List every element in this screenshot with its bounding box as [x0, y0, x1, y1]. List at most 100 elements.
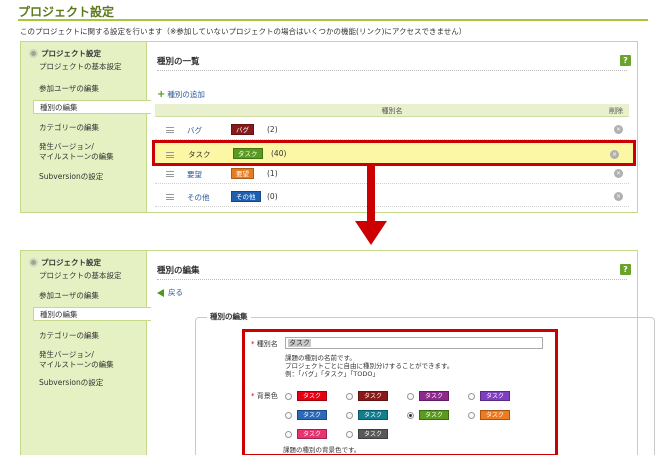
type-count: (0) [267, 192, 278, 201]
title-divider [157, 279, 627, 280]
drag-handle-icon[interactable] [166, 171, 174, 177]
color-swatch: タスク [297, 391, 327, 401]
sidebar-item-versions-line2: マイルストーンの編集 [39, 152, 114, 161]
color-radio[interactable] [346, 392, 353, 400]
sidebar-item-versions[interactable]: 発生バージョン/ マイルストーンの編集 [39, 350, 114, 370]
color-swatch: タスク [480, 391, 510, 401]
sidebar-item-categories[interactable]: カテゴリーの編集 [39, 123, 99, 133]
drag-handle-icon[interactable] [166, 194, 174, 200]
color-radio[interactable] [346, 411, 353, 419]
type-badge: 要望 [231, 168, 254, 179]
type-edit-content: 種別の編集 ? 戻る 種別の編集 * 種別名 タスク 課題の種別の名前です。 プ… [147, 251, 655, 455]
color-radio[interactable] [407, 392, 414, 400]
color-swatch: タスク [297, 410, 327, 420]
name-label-text: 種別名 [256, 340, 278, 348]
color-option[interactable]: タスク [285, 410, 327, 420]
color-radio[interactable] [346, 430, 353, 438]
delete-icon[interactable]: × [614, 125, 623, 134]
type-count: (40) [271, 149, 287, 158]
color-option[interactable]: タスク [468, 391, 510, 401]
required-mark: * [251, 340, 255, 348]
column-header-delete: 削除 [609, 107, 623, 115]
sidebar-heading-label: プロジェクト設定 [41, 258, 101, 267]
type-name-input[interactable]: タスク [285, 337, 543, 349]
color-option[interactable]: タスク [407, 391, 449, 401]
name-help-3: 例：「バグ」「タスク」「TODO」 [285, 370, 379, 378]
sidebar-item-versions-line2: マイルストーンの編集 [39, 360, 114, 369]
color-option[interactable]: タスク [468, 410, 510, 420]
delete-icon[interactable]: × [614, 169, 623, 178]
color-swatch: タスク [358, 391, 388, 401]
sidebar-item-types[interactable]: 種別の編集 [33, 100, 151, 114]
type-name-link[interactable]: 要望 [187, 169, 202, 180]
color-radio[interactable] [285, 392, 292, 400]
sidebar-item-users[interactable]: 参加ユーザの編集 [39, 291, 99, 301]
required-mark: * [251, 392, 255, 400]
color-option[interactable]: タスク [285, 391, 327, 401]
sidebar-item-subversion[interactable]: Subversionの設定 [39, 378, 103, 388]
help-icon[interactable]: ? [620, 264, 631, 275]
delete-icon[interactable]: × [614, 192, 623, 201]
delete-icon[interactable]: × [610, 150, 619, 159]
sidebar-item-categories[interactable]: カテゴリーの編集 [39, 331, 99, 341]
color-radio[interactable] [407, 411, 414, 419]
color-swatch: タスク [358, 410, 388, 420]
sidebar-heading: プロジェクト設定 [29, 257, 101, 268]
color-option[interactable]: タスク [285, 429, 327, 439]
add-type-link[interactable]: + 種別の追加 [157, 89, 205, 100]
plus-icon: + [157, 88, 166, 100]
color-label-text: 背景色 [256, 392, 278, 400]
title-divider [18, 19, 648, 21]
sidebar-item-basic[interactable]: プロジェクトの基本設定 [39, 62, 122, 72]
settings-sidebar: プロジェクト設定 プロジェクトの基本設定 参加ユーザの編集 種別の編集 カテゴリ… [21, 251, 151, 455]
sidebar-item-versions[interactable]: 発生バージョン/ マイルストーンの編集 [39, 142, 114, 162]
color-swatch: タスク [419, 410, 449, 420]
sidebar-heading: プロジェクト設定 [29, 48, 101, 59]
color-option[interactable]: タスク [346, 391, 388, 401]
arrow-connector-line [367, 166, 375, 222]
color-swatch: タスク [297, 429, 327, 439]
sidebar-item-types[interactable]: 種別の編集 [33, 307, 151, 321]
help-icon[interactable]: ? [620, 55, 631, 66]
drag-handle-icon[interactable] [166, 127, 174, 133]
type-list-panel: プロジェクト設定 プロジェクトの基本設定 参加ユーザの編集 種別の編集 カテゴリ… [20, 41, 638, 213]
sidebar-item-users[interactable]: 参加ユーザの編集 [39, 84, 99, 94]
name-help-1: 課題の種別の名前です。 [285, 354, 356, 362]
table-row: バグ バグ (2) × [155, 120, 629, 140]
table-row: 要望 要望 (1) × [155, 164, 629, 184]
sidebar-item-subversion[interactable]: Subversionの設定 [39, 172, 103, 182]
table-row-highlighted[interactable]: タスク タスク (40) × [152, 140, 636, 166]
edit-form-highlight: * 種別名 タスク 課題の種別の名前です。 プロジェクトごとに自由に種別分けする… [242, 329, 558, 455]
gear-icon [29, 258, 38, 267]
type-name-link[interactable]: バグ [187, 125, 202, 136]
color-radio[interactable] [468, 411, 475, 419]
color-help: 課題の種別の背景色です。 [283, 446, 361, 454]
sidebar-item-basic[interactable]: プロジェクトの基本設定 [39, 271, 122, 281]
gear-icon [29, 49, 38, 58]
color-radio[interactable] [285, 430, 292, 438]
color-option[interactable]: タスク [407, 410, 449, 420]
color-option[interactable]: タスク [346, 410, 388, 420]
type-count: (2) [267, 125, 278, 134]
type-list-content: 種別の一覧 ? + 種別の追加 種別名 削除 バグ バグ (2) × 要望 要望… [147, 42, 637, 212]
color-option[interactable]: タスク [346, 429, 388, 439]
type-name-link[interactable]: タスク [188, 149, 211, 160]
table-row: その他 その他 (0) × [155, 187, 629, 207]
type-name-value: タスク [288, 339, 311, 347]
page-title: プロジェクト設定 [18, 5, 115, 19]
color-swatch: タスク [419, 391, 449, 401]
color-radio[interactable] [285, 411, 292, 419]
back-link[interactable]: 戻る [157, 287, 183, 298]
page-description: このプロジェクトに関する設定を行います（※参加していないプロジェクトの場合はいく… [20, 27, 467, 36]
back-arrow-icon [157, 288, 164, 297]
drag-handle-icon[interactable] [166, 152, 174, 158]
type-edit-panel: プロジェクト設定 プロジェクトの基本設定 参加ユーザの編集 種別の編集 カテゴリ… [20, 250, 655, 455]
type-list-title: 種別の一覧 [157, 57, 200, 67]
type-count: (1) [267, 169, 278, 178]
title-divider [157, 70, 627, 71]
color-swatch: タスク [480, 410, 510, 420]
color-radio[interactable] [468, 392, 475, 400]
fieldset-legend: 種別の編集 [207, 311, 251, 322]
type-name-link[interactable]: その他 [187, 192, 210, 203]
sidebar-item-versions-line1: 発生バージョン/ [39, 350, 94, 359]
